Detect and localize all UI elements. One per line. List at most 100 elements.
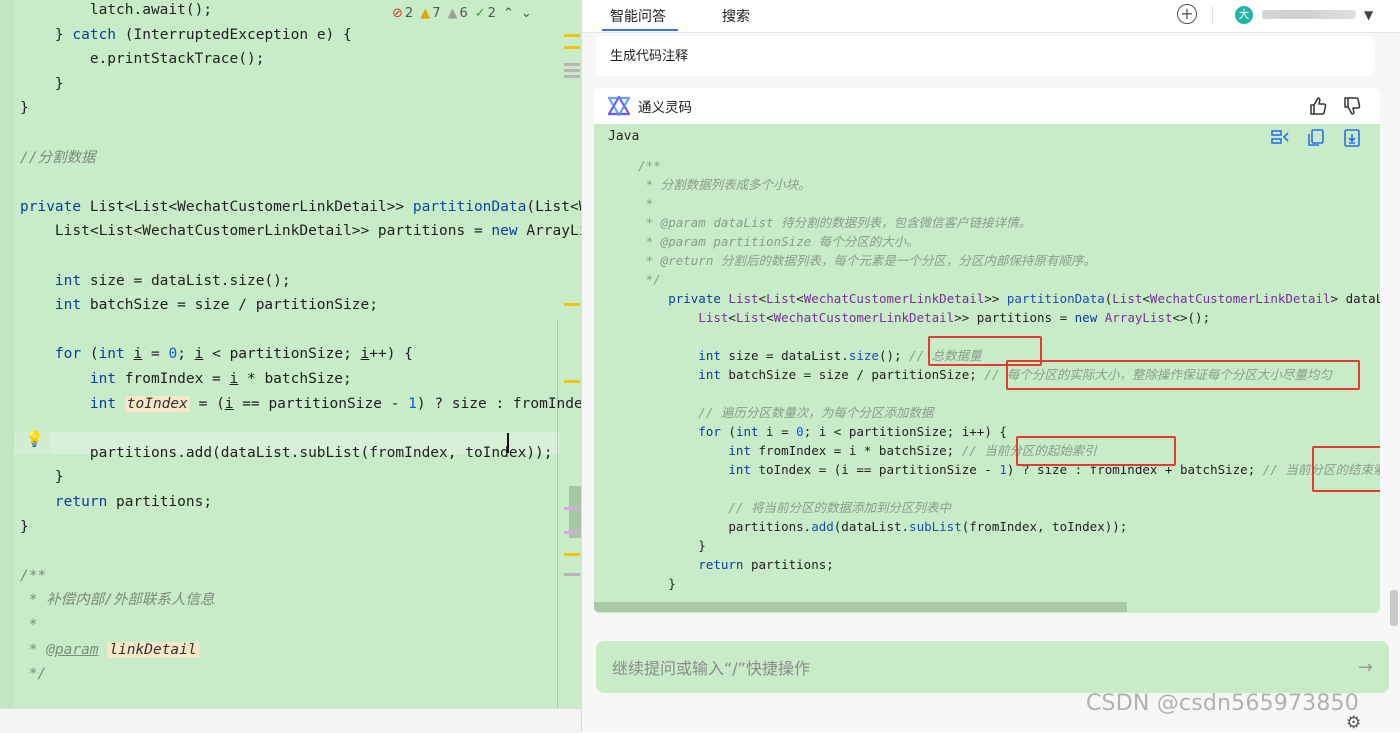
code-token: int — [98, 346, 125, 363]
code-line: /** — [608, 156, 661, 175]
code-token: private — [20, 198, 82, 215]
avatar[interactable]: 大 — [1235, 6, 1253, 24]
errors-count-text: 2 — [404, 5, 414, 21]
code-line: } — [20, 467, 64, 487]
panel-tabs: 智能问答 搜索 + 大 ▼ — [582, 0, 1400, 33]
code-hscroll-thumb[interactable] — [594, 602, 1127, 612]
code-editor[interactable]: latch.await(); } catch (InterruptedExcep… — [0, 0, 581, 708]
stripe-mark[interactable] — [564, 531, 580, 534]
stripe-mark[interactable] — [564, 34, 580, 37]
stripe-mark[interactable] — [564, 553, 580, 556]
stripe-mark[interactable] — [564, 46, 580, 49]
weak-warnings-count[interactable]: ▲ 6 — [447, 6, 467, 21]
code-token: 1 — [999, 462, 1007, 477]
new-chat-button[interactable]: + — [1177, 4, 1197, 24]
stripe-mark[interactable] — [564, 75, 580, 78]
code-line: latch.await(); — [20, 0, 212, 20]
code-token: < — [766, 310, 774, 325]
code-content[interactable]: /** * 分割数据列表成多个小块。 * * @param dataList 待… — [594, 154, 1380, 601]
code-token: int — [608, 367, 721, 382]
chat-input-box[interactable]: → — [596, 641, 1389, 693]
code-token: linkDetail — [107, 641, 199, 658]
code-token: int — [20, 395, 117, 412]
code-token: /** — [20, 567, 47, 584]
code-token: ( — [81, 346, 99, 363]
code-token: List — [728, 291, 759, 306]
code-line: } catch (InterruptedException e) { — [20, 25, 352, 45]
tab-smart-qa[interactable]: 智能问答 — [610, 6, 666, 26]
code-token: for — [20, 346, 82, 363]
lightbulb-icon[interactable]: 💡 — [25, 430, 44, 448]
code-token: //分割数据 — [20, 149, 96, 166]
code-token: * — [20, 617, 38, 633]
code-line: private List<List<WechatCustomerLinkDeta… — [20, 197, 581, 217]
panel-scroll-thumb[interactable] — [1390, 590, 1398, 626]
code-token: ; — [177, 346, 195, 363]
code-token: > dataList, — [1330, 291, 1380, 306]
stripe-mark[interactable] — [564, 507, 580, 510]
code-token: = — [142, 346, 169, 363]
code-line: e.printStackTrace(); — [20, 49, 265, 69]
stripe-mark[interactable] — [564, 303, 580, 306]
code-line: */ — [20, 664, 46, 684]
active-tab-indicator — [602, 29, 678, 31]
code-token: i — [360, 346, 370, 363]
typos-count[interactable]: ✓ 2 — [475, 6, 496, 21]
tab-search[interactable]: 搜索 — [722, 6, 750, 26]
editor-error-stripe[interactable] — [560, 0, 581, 708]
code-token: return — [20, 494, 108, 510]
code-token: partitions.add(dataList.subList(fromInde… — [20, 444, 553, 461]
stripe-mark[interactable] — [564, 63, 580, 66]
text-caret — [507, 433, 509, 453]
insert-code-icon[interactable] — [1342, 128, 1362, 148]
chevron-up-icon[interactable]: ⌃ — [503, 6, 514, 21]
editor-gutter — [0, 0, 14, 708]
inspection-widget[interactable]: ⊘ 2 ▲ 7 ▲ 6 ✓ 2 ⌃ ⌄ — [392, 3, 532, 23]
code-line: * — [20, 615, 38, 635]
code-token: 0 — [796, 424, 804, 439]
brand-name: 通义灵码 — [638, 100, 692, 116]
code-token: ( — [720, 424, 736, 439]
thumbs-up-icon[interactable] — [1308, 96, 1328, 116]
code-token: * — [608, 196, 654, 211]
code-token: List — [698, 310, 729, 325]
caret-down-icon[interactable]: ▼ — [1364, 8, 1373, 22]
chat-input[interactable] — [610, 655, 1334, 681]
code-line: return partitions; — [20, 492, 212, 512]
copy-icon[interactable] — [1306, 128, 1326, 148]
chevron-down-icon[interactable]: ⌄ — [521, 6, 532, 21]
code-line: } — [20, 74, 64, 94]
code-token: size = dataList.size(); — [81, 272, 291, 289]
code-line: for (int i = 0; i < partitionSize; i++) … — [20, 344, 413, 364]
code-token: } — [20, 518, 29, 535]
code-line: } — [608, 536, 706, 555]
username-redacted[interactable] — [1262, 10, 1356, 19]
weak-warnings-count-text: 6 — [459, 5, 468, 21]
send-arrow-icon[interactable]: → — [1358, 657, 1373, 678]
stripe-mark[interactable] — [564, 380, 580, 383]
plus-icon: + — [1180, 4, 1194, 23]
gear-icon[interactable]: ⚙ — [1346, 713, 1361, 733]
warnings-count[interactable]: ▲ 7 — [420, 6, 440, 21]
code-token: /** — [608, 158, 661, 173]
code-line: List<List<WechatCustomerLinkDetail>> par… — [20, 221, 581, 241]
code-block[interactable]: Java /** * 分割数据列表成多个小块。 * * @param dataL… — [594, 124, 1380, 613]
feedback-buttons — [1308, 96, 1362, 116]
stripe-mark[interactable] — [564, 69, 580, 72]
stripe-mark[interactable] — [564, 573, 580, 576]
code-token: * @return 分割后的数据列表，每个元素是一个分区，分区内部保持原有顺序。 — [608, 253, 1096, 268]
code-line: private List<List<WechatCustomerLinkDeta… — [608, 289, 1380, 308]
code-token: } — [20, 100, 29, 117]
errors-count[interactable]: ⊘ 2 — [392, 6, 413, 21]
code-token: WechatCustomerLinkDetail — [803, 291, 985, 306]
thumbs-down-icon[interactable] — [1342, 96, 1362, 116]
code-token: >> — [984, 291, 1007, 306]
code-token: < — [796, 291, 804, 306]
code-token: i — [224, 395, 234, 412]
code-token: >> partitions = — [954, 310, 1075, 325]
code-token: < — [758, 291, 767, 306]
insert-diff-icon[interactable] — [1270, 128, 1290, 148]
code-token: */ — [608, 272, 661, 287]
code-token: partitions; — [107, 494, 213, 510]
